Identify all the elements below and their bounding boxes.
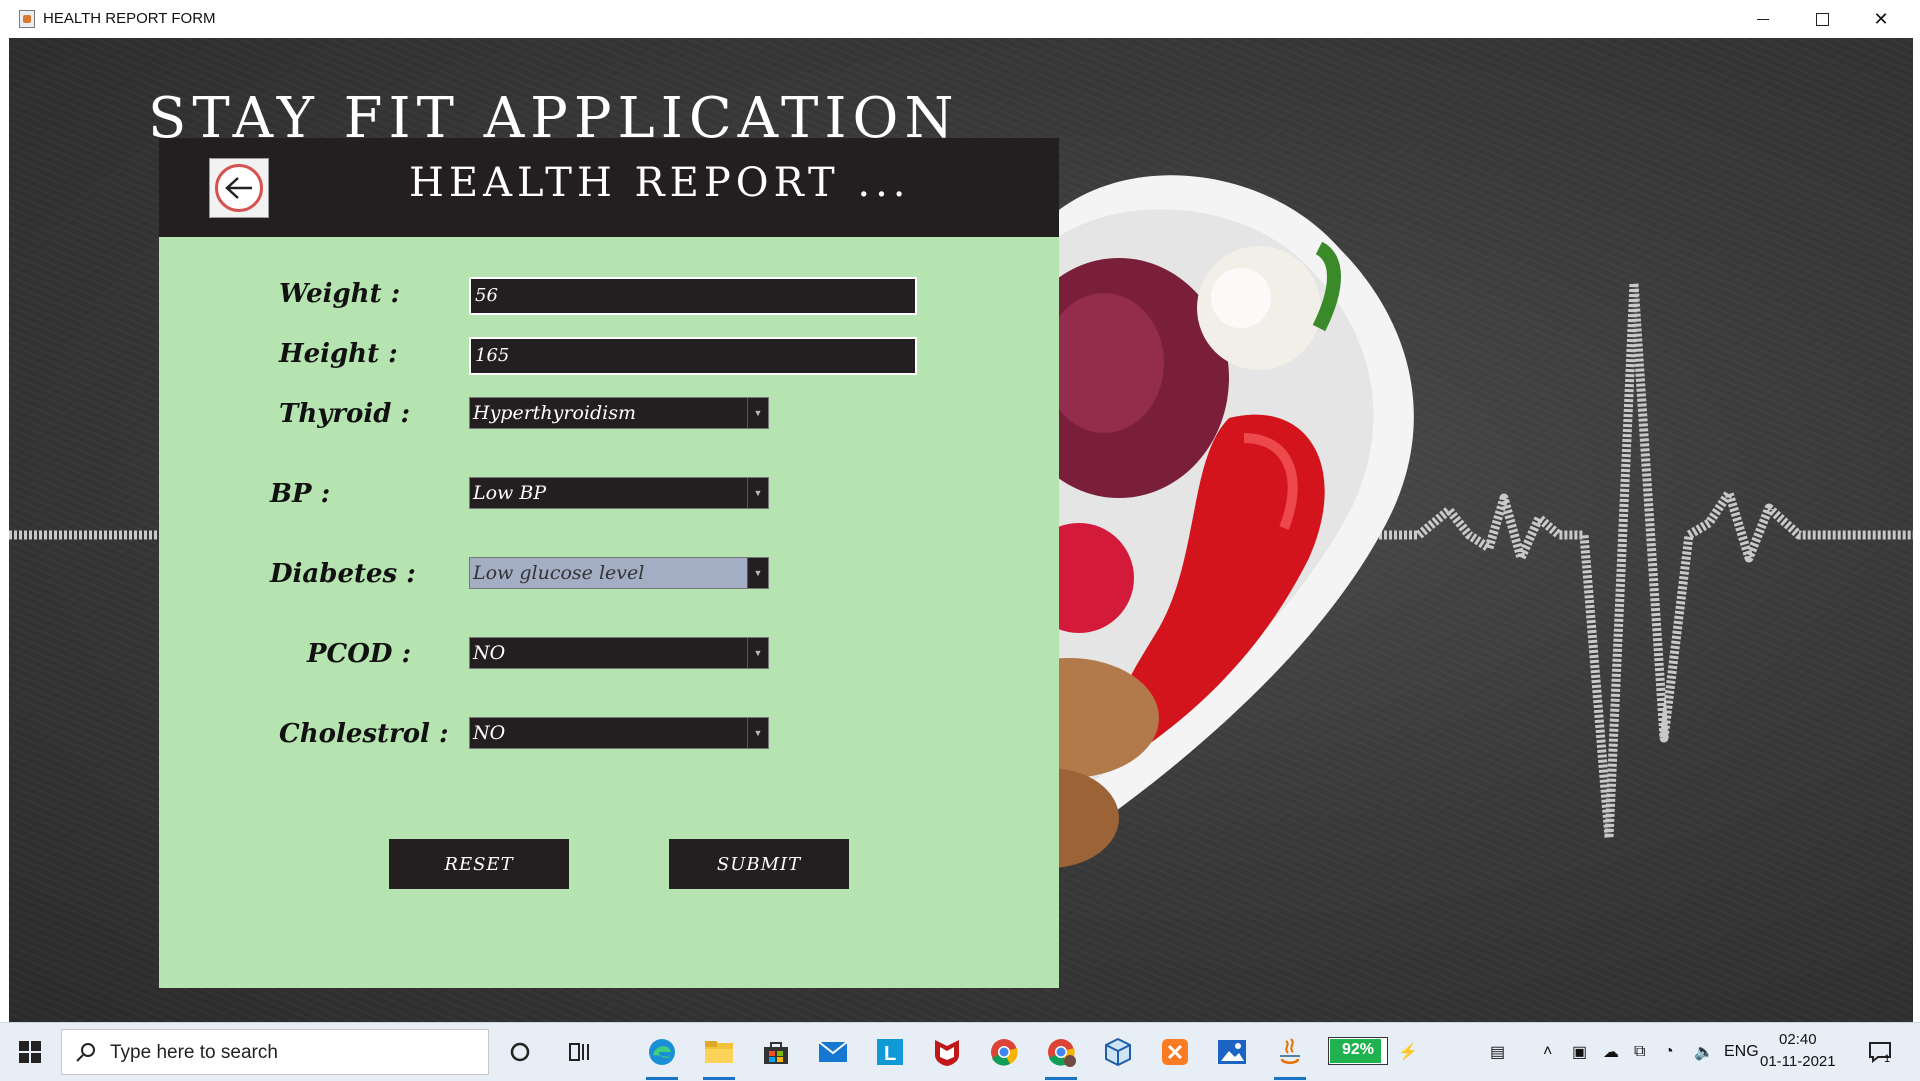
meet-now-icon[interactable]: ▣ [1572,1023,1587,1081]
start-button[interactable] [0,1023,60,1081]
health-report-form: Weight : 56 Height : 165 Thyroid : Hyper… [159,237,1059,988]
cholestrol-select[interactable]: NO ▼ [469,717,769,749]
l-app-icon[interactable]: L [870,1032,910,1072]
cortana-icon[interactable] [500,1032,540,1072]
chevron-down-icon[interactable]: ▼ [747,638,768,668]
taskbar: Type here to search L 92% ⚡ ▤ ˄ ▣ ☁ ⧉ ◔ … [0,1022,1920,1081]
photos-icon[interactable] [1212,1032,1252,1072]
mcafee-icon[interactable] [927,1032,967,1072]
window-title-bar: HEALTH REPORT FORM ✕ [0,0,1920,38]
diabetes-select[interactable]: Low glucose level ▼ [469,557,769,589]
taskbar-search-box[interactable]: Type here to search [61,1029,489,1075]
language-indicator[interactable]: ENG [1724,1023,1759,1081]
cholestrol-label: Cholestrol : [279,719,449,749]
chevron-down-icon[interactable]: ▼ [747,478,768,508]
pcod-selected-value: NO [473,642,506,664]
java-app-icon [19,10,35,28]
chevron-up-icon[interactable]: ˄ [1543,1023,1552,1081]
windows-icon [19,1041,41,1063]
clock[interactable]: 02:40 01-11-2021 [1760,1029,1836,1073]
diabetes-label: Diabetes : [270,559,416,589]
bp-selected-value: Low BP [473,482,547,504]
diabetes-selected-value: Low glucose level [473,562,645,584]
form-header: HEALTH REPORT ... [159,138,1059,237]
store-icon[interactable] [756,1032,796,1072]
clock-date: 01-11-2021 [1760,1053,1836,1070]
task-view-icon[interactable] [560,1032,600,1072]
window-title: HEALTH REPORT FORM [43,10,216,27]
maximize-button[interactable] [1793,0,1851,38]
wifi-icon[interactable]: ◔ [1664,1023,1674,1081]
search-icon [76,1043,95,1062]
edge-icon[interactable] [642,1032,682,1080]
thyroid-select[interactable]: Hyperthyroidism ▼ [469,397,769,429]
battery-indicator[interactable]: 92% [1328,1037,1388,1065]
display-icon[interactable]: ⧉ [1634,1023,1645,1081]
chrome-profile-icon[interactable] [1041,1032,1081,1080]
back-button[interactable] [209,158,269,218]
minimize-button[interactable] [1734,0,1792,38]
notification-count: 1 [1884,1053,1891,1065]
svg-text:L: L [884,1043,896,1065]
height-input[interactable]: 165 [469,337,917,375]
close-button[interactable]: ✕ [1852,0,1910,38]
thyroid-label: Thyroid : [279,399,411,429]
battery-percentage: 92% [1341,1041,1375,1058]
weight-label: Weight : [279,279,401,309]
height-label: Height : [279,339,398,369]
mail-icon[interactable] [813,1032,853,1072]
submit-button[interactable]: SUBMIT [669,839,849,889]
thyroid-selected-value: Hyperthyroidism [473,402,637,424]
cholestrol-selected-value: NO [473,722,506,744]
bp-select[interactable]: Low BP ▼ [469,477,769,509]
chevron-down-icon[interactable]: ▼ [747,558,768,588]
xampp-icon[interactable] [1155,1032,1195,1072]
virtualbox-icon[interactable] [1098,1032,1138,1072]
minimize-icon [1757,18,1769,20]
search-placeholder: Type here to search [110,1042,278,1063]
java-icon[interactable] [1270,1032,1310,1080]
reset-button[interactable]: RESET [389,839,569,889]
pcod-label: PCOD : [307,639,412,669]
chrome-icon[interactable] [984,1032,1024,1072]
news-widget-icon[interactable]: ▤ [1490,1023,1505,1081]
notification-center-icon[interactable]: 1 [1868,1023,1891,1081]
chevron-down-icon[interactable]: ▼ [747,718,768,748]
form-heading: HEALTH REPORT ... [409,160,911,206]
onedrive-icon[interactable]: ☁ [1603,1023,1619,1081]
maximize-icon [1815,12,1829,26]
volume-icon[interactable]: 🔈 [1694,1023,1714,1081]
clock-time: 02:40 [1779,1031,1817,1048]
weight-input[interactable]: 56 [469,277,917,315]
chevron-down-icon[interactable]: ▼ [747,398,768,428]
pcod-select[interactable]: NO ▼ [469,637,769,669]
file-explorer-icon[interactable] [699,1032,739,1080]
heart-bowl-image [1009,175,1414,868]
back-arrow-icon [215,164,263,212]
close-icon: ✕ [1873,8,1889,29]
bp-label: BP : [270,479,331,509]
power-plug-icon: ⚡ [1398,1044,1418,1061]
